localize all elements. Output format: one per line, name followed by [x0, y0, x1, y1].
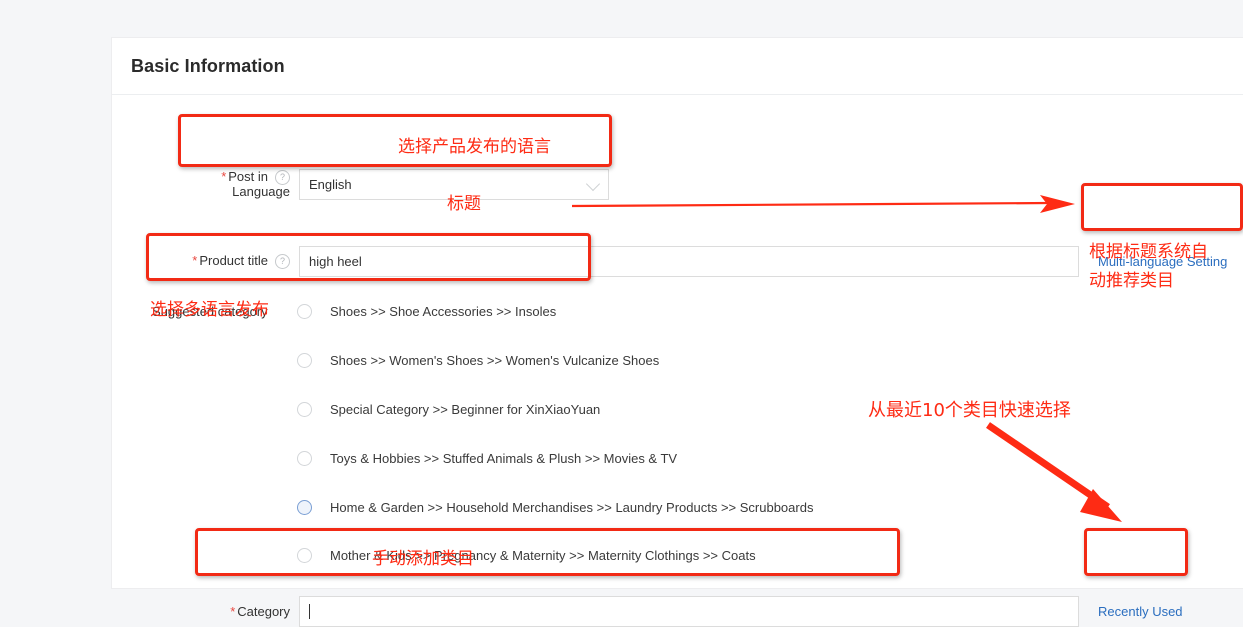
category-input[interactable] [299, 596, 1079, 627]
radio-icon[interactable] [297, 353, 312, 368]
radio-option-4[interactable]: Home & Garden >> Household Merchandises … [297, 500, 813, 515]
radio-option-2[interactable]: Special Category >> Beginner for XinXiao… [297, 402, 600, 417]
radio-icon[interactable] [297, 304, 312, 319]
radio-icon[interactable] [297, 500, 312, 515]
post-in-language-label-line2: Language [232, 184, 290, 199]
field-row-product-title: *Product title? high heel [188, 246, 1079, 277]
radio-option-label: Toys & Hobbies >> Stuffed Animals & Plus… [330, 451, 677, 466]
category-label: *Category [208, 605, 290, 619]
annotation-text-auto-suggest-line1: 根据标题系统自 [1089, 241, 1208, 264]
category-label-text: Category [237, 604, 290, 619]
text-cursor [309, 604, 310, 619]
annotation-text-recent: 从最近10个类目快速选择 [868, 399, 1071, 422]
help-icon[interactable]: ? [275, 254, 290, 269]
recently-used-link[interactable]: Recently Used [1090, 596, 1183, 627]
radio-option-label: Special Category >> Beginner for XinXiao… [330, 402, 600, 417]
required-asterisk: * [192, 253, 197, 268]
radio-option-label: Shoes >> Shoe Accessories >> Insoles [330, 304, 556, 319]
annotation-text-language: 选择产品发布的语言 [398, 136, 551, 159]
annotation-text-multilang: 选择多语言发布 [150, 299, 269, 322]
product-title-input[interactable]: high heel [299, 246, 1079, 277]
post-in-language-label-line1: Post in [228, 169, 268, 184]
radio-icon[interactable] [297, 451, 312, 466]
radio-icon[interactable] [297, 548, 312, 563]
post-in-language-label: *Post in? Language [188, 170, 290, 199]
radio-option-0[interactable]: Shoes >> Shoe Accessories >> Insoles [297, 304, 556, 319]
radio-icon[interactable] [297, 402, 312, 417]
post-in-language-value: English [309, 177, 352, 192]
field-row-category: *Category [208, 596, 1079, 627]
basic-information-card: Basic Information *Post in? Language Eng… [112, 38, 1243, 588]
radio-option-label: Home & Garden >> Household Merchandises … [330, 500, 813, 515]
annotation-text-auto-suggest-line2: 动推荐类目 [1089, 270, 1174, 293]
radio-option-1[interactable]: Shoes >> Women's Shoes >> Women's Vulcan… [297, 353, 659, 368]
product-title-label-text: Product title [199, 253, 268, 268]
annotation-text-manual-category: 手动添加类目 [372, 548, 474, 571]
product-title-label: *Product title? [188, 254, 290, 269]
radio-option-3[interactable]: Toys & Hobbies >> Stuffed Animals & Plus… [297, 451, 677, 466]
page-title: Basic Information [112, 38, 1243, 95]
required-asterisk: * [230, 604, 235, 619]
radio-option-5[interactable]: Mother & Kids >> Pregnancy & Maternity >… [297, 548, 756, 563]
radio-option-label: Shoes >> Women's Shoes >> Women's Vulcan… [330, 353, 659, 368]
required-asterisk: * [221, 169, 226, 184]
annotation-text-title: 标题 [447, 193, 481, 216]
recently-used-label: Recently Used [1098, 604, 1183, 619]
chevron-down-icon [586, 177, 600, 191]
help-icon[interactable]: ? [275, 170, 290, 185]
field-row-post-in-language: *Post in? Language English [188, 169, 609, 200]
product-title-value: high heel [309, 254, 362, 269]
